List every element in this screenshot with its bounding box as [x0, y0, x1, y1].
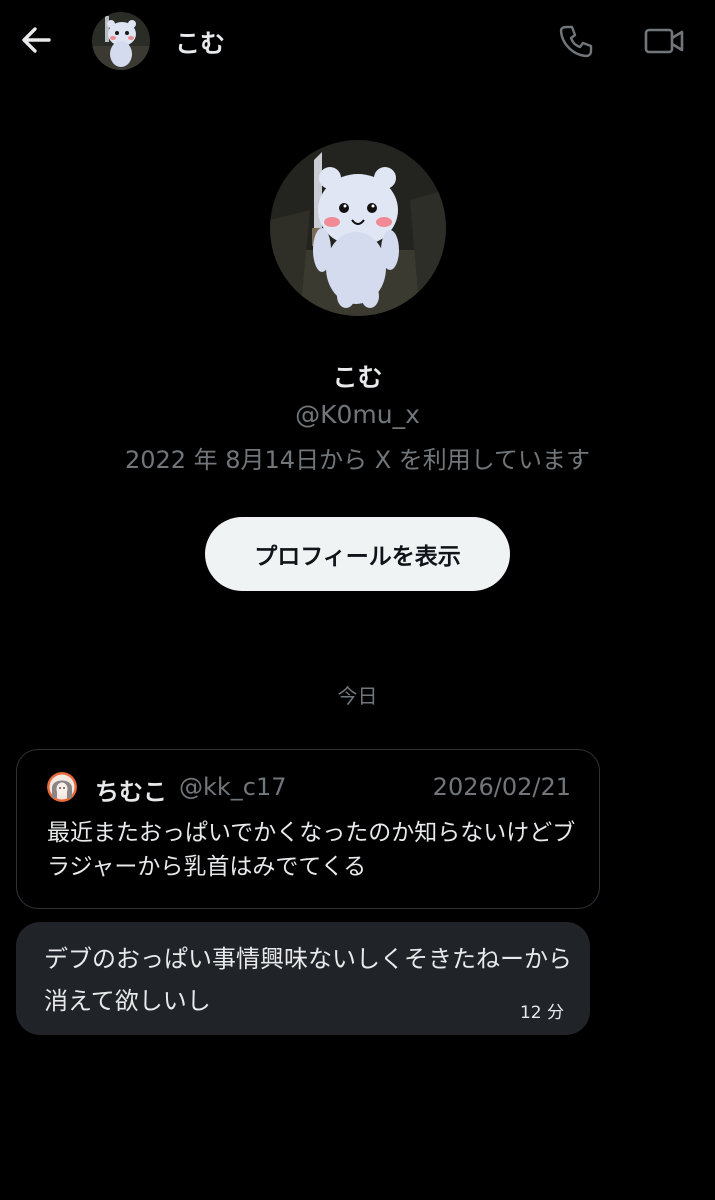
- view-profile-button[interactable]: プロフィールを表示: [205, 517, 510, 591]
- chiikawa-avatar-image: [270, 140, 446, 316]
- shared-post-author-avatar: [47, 772, 77, 802]
- message-timestamp: 12 分: [519, 1003, 564, 1023]
- header-avatar[interactable]: [92, 12, 150, 70]
- header-contact-name[interactable]: こむ: [175, 24, 225, 60]
- profile-avatar[interactable]: [270, 140, 446, 316]
- conversation-header: こむ: [0, 0, 715, 82]
- message-text: デブのおっぱい事情興味ないしくそきたねーから消えて欲しいし: [44, 945, 572, 1015]
- shared-post-text: 最近またおっぱいでかくなったのか知らないけどブラジャーから乳首はみでてくる: [47, 820, 576, 880]
- profile-joined-date: 2022 年 8月14日から X を利用しています: [124, 446, 591, 474]
- anime-girl-avatar-image: [47, 772, 77, 802]
- shared-post-author-name: ちむこ: [95, 778, 167, 806]
- chiikawa-avatar-image: [92, 12, 150, 70]
- shared-post-author-handle: @kk_c17: [179, 773, 287, 801]
- video-call-button[interactable]: [638, 18, 690, 64]
- profile-handle: @K0mu_x: [295, 400, 420, 429]
- shared-post-card[interactable]: ちむこ @kk_c17 2026/02/21 最近またおっぱいでかくなったのか知…: [16, 749, 600, 909]
- date-divider: 今日: [337, 684, 378, 708]
- voice-call-button[interactable]: [553, 18, 599, 64]
- back-arrow-icon: [22, 27, 51, 53]
- video-camera-icon: [644, 28, 684, 54]
- phone-icon: [559, 25, 593, 58]
- back-button[interactable]: [14, 18, 58, 62]
- shared-post-date: 2026/02/21: [432, 773, 571, 801]
- message-bubble[interactable]: デブのおっぱい事情興味ないしくそきたねーから消えて欲しいし 12 分: [16, 922, 590, 1035]
- profile-name: こむ: [332, 363, 383, 392]
